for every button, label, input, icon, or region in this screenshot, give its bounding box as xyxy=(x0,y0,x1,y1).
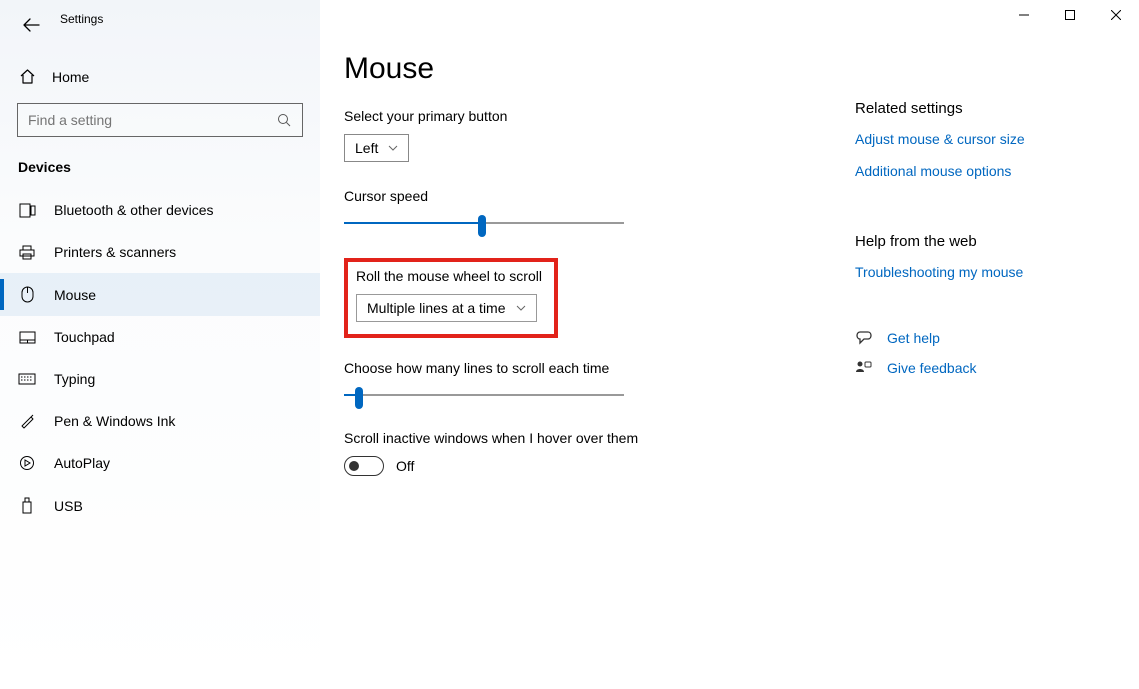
give-feedback-row[interactable]: Give feedback xyxy=(855,360,1105,376)
sidebar-item-pen[interactable]: Pen & Windows Ink xyxy=(0,400,320,442)
sidebar-item-label: Pen & Windows Ink xyxy=(54,413,175,429)
sidebar-item-label: AutoPlay xyxy=(54,455,110,471)
sidebar-item-label: Typing xyxy=(54,371,95,387)
search-box[interactable] xyxy=(17,103,303,137)
sidebar: Settings Home Devices Bluetooth & other … xyxy=(0,0,320,689)
page-title: Mouse xyxy=(344,52,855,86)
toggle-state: Off xyxy=(396,458,414,474)
link-troubleshoot[interactable]: Troubleshooting my mouse xyxy=(855,264,1105,280)
sidebar-item-bluetooth[interactable]: Bluetooth & other devices xyxy=(0,189,320,231)
cursor-speed-block: Cursor speed xyxy=(344,188,855,232)
lines-label: Choose how many lines to scroll each tim… xyxy=(344,360,855,376)
back-button[interactable] xyxy=(0,0,44,44)
inactive-label: Scroll inactive windows when I hover ove… xyxy=(344,430,855,446)
related-heading: Related settings xyxy=(855,100,1105,117)
link-additional-options[interactable]: Additional mouse options xyxy=(855,163,1105,179)
sidebar-item-touchpad[interactable]: Touchpad xyxy=(0,316,320,358)
give-feedback-link[interactable]: Give feedback xyxy=(887,360,977,376)
inactive-block: Scroll inactive windows when I hover ove… xyxy=(344,430,855,476)
get-help-row[interactable]: Get help xyxy=(855,330,1105,346)
cursor-speed-slider[interactable] xyxy=(344,214,624,232)
search-input[interactable] xyxy=(28,112,266,128)
sidebar-item-mouse[interactable]: Mouse xyxy=(0,273,320,316)
lines-slider[interactable] xyxy=(344,386,624,404)
touchpad-icon xyxy=(18,331,36,344)
home-label: Home xyxy=(52,69,89,85)
highlight-annotation: Roll the mouse wheel to scroll Multiple … xyxy=(344,258,558,338)
chevron-down-icon xyxy=(388,145,398,151)
printer-icon xyxy=(18,245,36,260)
usb-icon xyxy=(18,497,36,514)
home-button[interactable]: Home xyxy=(0,58,320,95)
get-help-link[interactable]: Get help xyxy=(887,330,940,346)
sidebar-item-typing[interactable]: Typing xyxy=(0,358,320,400)
sidebar-item-label: Printers & scanners xyxy=(54,244,176,260)
link-adjust-mouse-size[interactable]: Adjust mouse & cursor size xyxy=(855,131,1105,147)
sidebar-item-label: Mouse xyxy=(54,287,96,303)
feedback-icon xyxy=(855,360,873,376)
lines-block: Choose how many lines to scroll each tim… xyxy=(344,360,855,404)
autoplay-icon xyxy=(18,455,36,471)
nav-list: Bluetooth & other devices Printers & sca… xyxy=(0,189,320,527)
sidebar-item-label: USB xyxy=(54,498,83,514)
sidebar-item-autoplay[interactable]: AutoPlay xyxy=(0,442,320,484)
search-icon xyxy=(277,113,292,128)
right-pane: Related settings Adjust mouse & cursor s… xyxy=(855,0,1115,689)
home-icon xyxy=(18,68,36,85)
scroll-mode-label: Roll the mouse wheel to scroll xyxy=(356,268,542,284)
app-title: Settings xyxy=(60,12,103,26)
sidebar-item-usb[interactable]: USB xyxy=(0,484,320,527)
main-area: Mouse Select your primary button Left Cu… xyxy=(320,0,1139,689)
sidebar-section: Devices xyxy=(0,137,320,181)
sidebar-item-label: Bluetooth & other devices xyxy=(54,202,214,218)
dropdown-value: Multiple lines at a time xyxy=(367,300,506,316)
dropdown-value: Left xyxy=(355,140,378,156)
primary-button-label: Select your primary button xyxy=(344,108,855,124)
devices-icon xyxy=(18,203,36,218)
sidebar-item-label: Touchpad xyxy=(54,329,115,345)
primary-button-dropdown[interactable]: Left xyxy=(344,134,409,162)
help-heading: Help from the web xyxy=(855,233,1105,250)
sidebar-item-printers[interactable]: Printers & scanners xyxy=(0,231,320,273)
cursor-speed-label: Cursor speed xyxy=(344,188,855,204)
scroll-mode-dropdown[interactable]: Multiple lines at a time xyxy=(356,294,537,322)
get-help-icon xyxy=(855,330,873,346)
primary-button-block: Select your primary button Left xyxy=(344,108,855,162)
pen-icon xyxy=(18,413,36,429)
chevron-down-icon xyxy=(516,305,526,311)
keyboard-icon xyxy=(18,373,36,385)
mouse-icon xyxy=(18,286,36,303)
inactive-toggle[interactable] xyxy=(344,456,384,476)
